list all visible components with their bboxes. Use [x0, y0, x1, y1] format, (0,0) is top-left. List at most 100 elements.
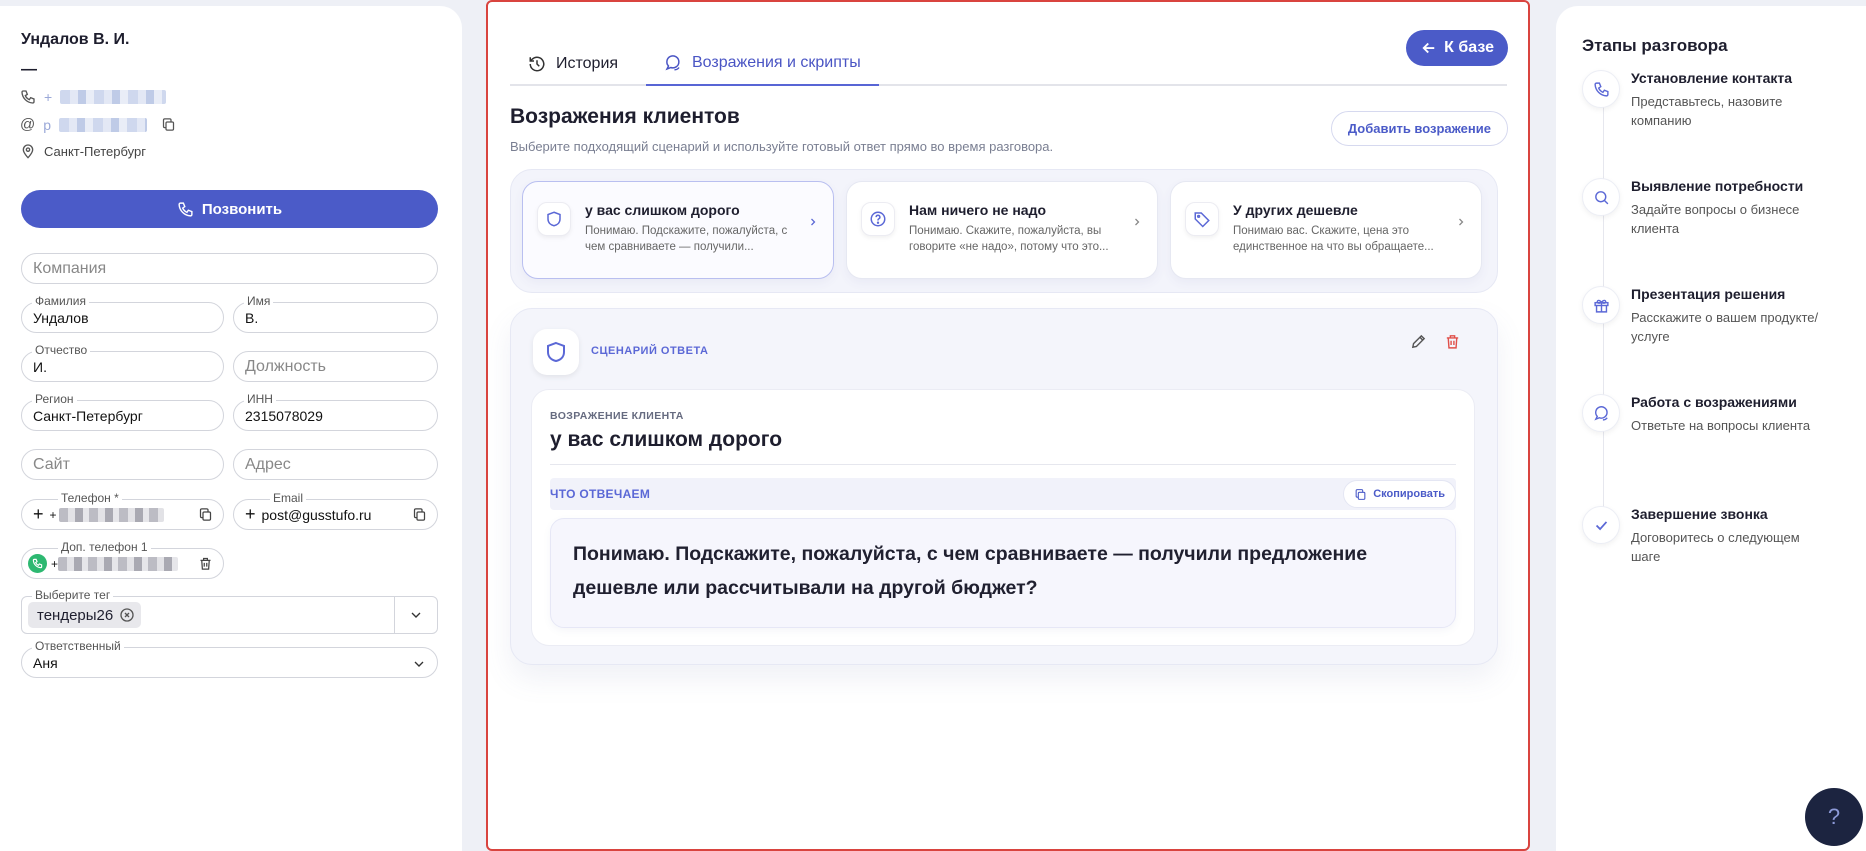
edit-icon[interactable]	[1410, 333, 1427, 350]
phone-value: +	[49, 507, 57, 522]
phone-masked	[58, 507, 164, 522]
lastname-value: Ундалов	[33, 309, 89, 326]
copy-icon[interactable]	[198, 507, 213, 522]
contact-phone-row[interactable]: +	[20, 89, 167, 105]
lastname-label: Фамилия	[32, 294, 89, 308]
contact-email-masked	[59, 117, 148, 132]
tag-chip: тендеры26	[28, 602, 142, 628]
contact-phone-prefix: +	[44, 89, 53, 105]
site-input[interactable]: Сайт	[21, 449, 224, 480]
position-input[interactable]: Должность	[233, 351, 438, 382]
stage-title: Работа с возражениями	[1631, 394, 1797, 410]
tag-select[interactable]: Выберите тег тендеры26	[21, 588, 438, 634]
stage-description: Договоритесь о следующем шаге	[1631, 530, 1800, 564]
chat-icon	[664, 54, 682, 72]
extra-phone-input[interactable]: Доп. телефон 1 +	[21, 540, 224, 579]
region-value: Санкт-Петербург	[33, 407, 143, 424]
copy-answer-button[interactable]: Скопировать	[1343, 480, 1456, 508]
objection-label: ВОЗРАЖЕНИЕ КЛИЕНТА	[550, 410, 684, 422]
contact-phone-masked	[60, 90, 167, 104]
stage-title: Установление контакта	[1631, 70, 1793, 86]
tab-history-label: История	[556, 55, 619, 72]
call-button-label: Позвонить	[201, 200, 283, 218]
phone-icon	[177, 201, 194, 218]
chat-icon	[1582, 394, 1620, 432]
company-input[interactable]: Компания	[21, 253, 438, 284]
remove-tag-icon[interactable]	[119, 607, 135, 623]
answer-header: ЧТО ОТВЕЧАЕМ Скопировать	[550, 478, 1456, 510]
inn-value: 2315078029	[245, 407, 323, 424]
email-label: Email	[270, 491, 307, 505]
call-button[interactable]: Позвонить	[21, 190, 438, 228]
contact-company-dash: —	[21, 61, 37, 78]
copy-icon[interactable]	[412, 507, 427, 522]
chevron-down-icon	[411, 612, 421, 618]
plus-icon: +	[245, 504, 256, 524]
tab-objections-label: Возражения и скрипты	[692, 54, 861, 71]
firstname-input[interactable]: Имя В.	[233, 294, 438, 333]
tag-label: Выберите тег	[32, 588, 114, 602]
stage-title: Завершение звонка	[1631, 506, 1768, 522]
objection-detail: ВОЗРАЖЕНИЕ КЛИЕНТА у вас слишком дорого …	[531, 389, 1475, 646]
card-title: у вас слишком дорого	[585, 202, 740, 218]
responsible-select[interactable]: Ответственный Аня	[21, 639, 438, 678]
contact-email-row[interactable]: @ p	[20, 116, 176, 133]
tag-dropdown-toggle[interactable]	[394, 597, 437, 633]
answer-label: ЧТО ОТВЕЧАЕМ	[550, 487, 651, 501]
back-to-base-button[interactable]: К базе	[1406, 30, 1508, 66]
inn-input[interactable]: ИНН 2315078029	[233, 392, 438, 431]
contact-name: Ундалов В. И.	[21, 31, 130, 48]
stage-title: Презентация решения	[1631, 286, 1786, 302]
search-icon	[1582, 178, 1620, 216]
card-title: У других дешевле	[1233, 202, 1358, 218]
stage-description: Ответьте на вопросы клиента	[1631, 418, 1811, 433]
address-input[interactable]: Адрес	[233, 449, 438, 480]
card-title: Нам ничего не надо	[909, 202, 1047, 218]
trash-icon[interactable]	[1444, 333, 1461, 350]
objections-panel: История Возражения и скрипты К базе Возр…	[486, 0, 1530, 851]
objection-card-cheaper[interactable]: У других дешевле Понимаю вас. Скажите, ц…	[1170, 181, 1482, 279]
check-icon	[1582, 506, 1620, 544]
copy-icon[interactable]	[161, 117, 176, 132]
page-subtitle: Выберите подходящий сценарий и используй…	[510, 139, 1054, 154]
objection-card-expensive[interactable]: у вас слишком дорого Понимаю. Подскажите…	[522, 181, 834, 279]
chevron-down-icon	[411, 656, 427, 672]
inn-label: ИНН	[244, 392, 276, 406]
position-placeholder: Должность	[245, 357, 326, 375]
region-label: Регион	[32, 392, 77, 406]
chevron-right-icon	[1455, 216, 1467, 228]
history-icon	[528, 55, 546, 73]
location-pin-icon	[20, 143, 36, 159]
contact-email-prefix: p	[43, 116, 52, 133]
objection-card-not-needed[interactable]: Нам ничего не надо Понимаю. Скажите, пож…	[846, 181, 1158, 279]
chevron-right-icon	[807, 216, 819, 228]
add-objection-button[interactable]: Добавить возражение	[1330, 111, 1508, 146]
help-button[interactable]: ?	[1805, 788, 1863, 846]
back-button-label: К базе	[1444, 39, 1494, 56]
contact-city-row: Санкт-Петербург	[20, 143, 146, 159]
copy-button-label: Скопировать	[1373, 488, 1445, 500]
plus-icon: +	[33, 504, 44, 524]
shield-icon	[533, 329, 579, 375]
email-input[interactable]: Email + post@gusstufo.ru	[233, 491, 438, 530]
call-icon[interactable]	[28, 554, 47, 573]
contact-city: Санкт-Петербург	[44, 143, 146, 159]
card-description: Понимаю. Скажите, пожалуйста, вы говорит…	[909, 225, 1109, 253]
phone-icon	[1582, 70, 1620, 108]
responsible-label: Ответственный	[32, 639, 124, 653]
middlename-input[interactable]: Отчество И.	[21, 343, 224, 382]
stages-title: Этапы разговора	[1582, 36, 1728, 55]
address-placeholder: Адрес	[245, 455, 291, 473]
extra-phone-masked	[58, 556, 179, 571]
company-placeholder: Компания	[33, 259, 107, 277]
site-placeholder: Сайт	[33, 455, 70, 473]
trash-icon[interactable]	[198, 556, 213, 571]
middlename-value: И.	[33, 358, 47, 375]
tag-chip-label: тендеры26	[37, 606, 114, 624]
tab-objections[interactable]: Возражения и скрипты	[646, 42, 879, 86]
lastname-input[interactable]: Фамилия Ундалов	[21, 294, 224, 333]
phone-input[interactable]: Телефон * + +	[21, 491, 224, 530]
chevron-right-icon	[1131, 216, 1143, 228]
tab-history[interactable]: История	[528, 42, 618, 86]
region-input[interactable]: Регион Санкт-Петербург	[21, 392, 224, 431]
